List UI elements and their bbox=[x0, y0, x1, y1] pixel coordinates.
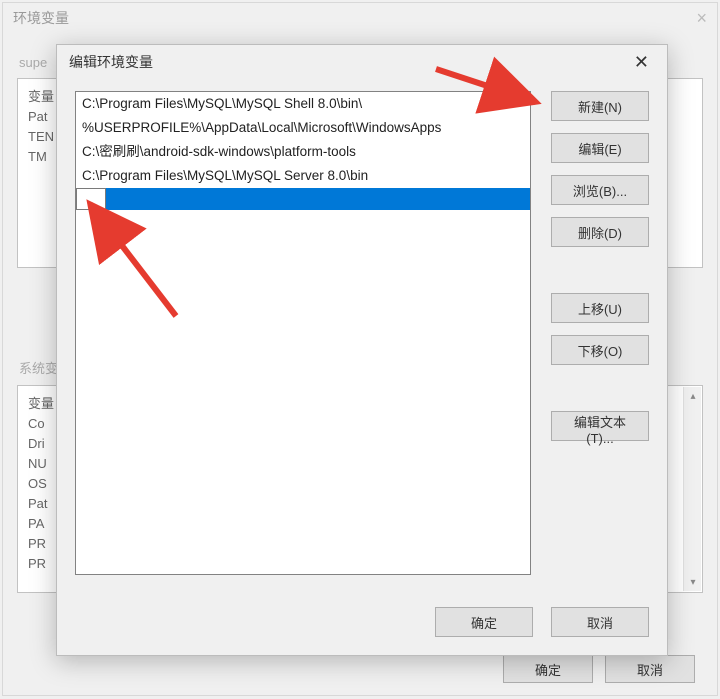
cancel-button[interactable]: 取消 bbox=[605, 655, 695, 683]
scrollbar[interactable]: ▴ ▾ bbox=[683, 387, 701, 591]
parent-footer: 确定 取消 bbox=[503, 655, 695, 683]
edit-footer: 确定 取消 bbox=[435, 607, 649, 637]
parent-title: 环境变量 bbox=[13, 8, 69, 28]
scroll-down-icon[interactable]: ▾ bbox=[684, 573, 702, 591]
cancel-button[interactable]: 取消 bbox=[551, 607, 649, 637]
dialog-title: 编辑环境变量 bbox=[69, 52, 153, 72]
path-item[interactable]: C:\Program Files\MySQL\MySQL Server 8.0\… bbox=[76, 164, 530, 188]
close-icon[interactable]: ✕ bbox=[628, 48, 655, 77]
edit-body: C:\Program Files\MySQL\MySQL Shell 8.0\b… bbox=[57, 79, 667, 575]
selection-highlight bbox=[106, 188, 530, 210]
path-item[interactable]: C:\密刷刷\android-sdk-windows\platform-tool… bbox=[76, 140, 530, 164]
move-down-button[interactable]: 下移(O) bbox=[551, 335, 649, 365]
side-buttons: 新建(N) 编辑(E) 浏览(B)... 删除(D) 上移(U) 下移(O) 编… bbox=[551, 91, 649, 575]
path-list[interactable]: C:\Program Files\MySQL\MySQL Shell 8.0\b… bbox=[75, 91, 531, 575]
scroll-up-icon[interactable]: ▴ bbox=[684, 387, 702, 405]
edit-text-button[interactable]: 编辑文本(T)... bbox=[551, 411, 649, 441]
path-item[interactable]: C:\Program Files\MySQL\MySQL Shell 8.0\b… bbox=[76, 92, 530, 116]
parent-titlebar: 环境变量 × bbox=[3, 3, 717, 33]
delete-button[interactable]: 删除(D) bbox=[551, 217, 649, 247]
move-up-button[interactable]: 上移(U) bbox=[551, 293, 649, 323]
new-button[interactable]: 新建(N) bbox=[551, 91, 649, 121]
edit-button[interactable]: 编辑(E) bbox=[551, 133, 649, 163]
close-icon[interactable]: × bbox=[696, 8, 707, 29]
path-editing-row[interactable] bbox=[76, 188, 530, 210]
browse-button[interactable]: 浏览(B)... bbox=[551, 175, 649, 205]
path-edit-input[interactable] bbox=[76, 188, 106, 210]
ok-button[interactable]: 确定 bbox=[435, 607, 533, 637]
ok-button[interactable]: 确定 bbox=[503, 655, 593, 683]
edit-titlebar: 编辑环境变量 ✕ bbox=[57, 45, 667, 79]
edit-env-var-dialog: 编辑环境变量 ✕ C:\Program Files\MySQL\MySQL Sh… bbox=[56, 44, 668, 656]
path-item[interactable]: %USERPROFILE%\AppData\Local\Microsoft\Wi… bbox=[76, 116, 530, 140]
